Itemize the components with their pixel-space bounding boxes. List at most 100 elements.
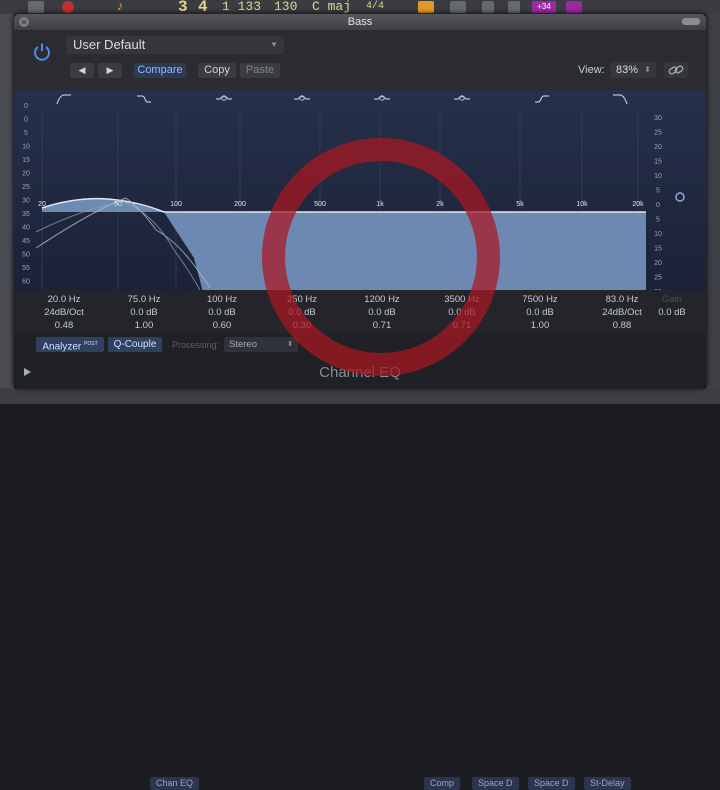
link-icon[interactable] <box>664 62 688 78</box>
master-gain-handle[interactable] <box>675 192 685 202</box>
host-bottom-strip: Chan EQ Comp Space D Space D St-Delay <box>0 388 720 790</box>
stepper-icon: ⬍ <box>644 65 651 74</box>
band-6-q[interactable]: 0.71 <box>422 320 502 331</box>
host-tool-button[interactable] <box>566 1 582 13</box>
y-left-tick-0: 0 <box>24 103 28 110</box>
eq-graph[interactable]: 0 0 5 10 15 20 25 30 35 40 45 50 55 60 30 25 20 15 10 5 0 5 1… <box>14 90 706 296</box>
host-record-button[interactable] <box>62 1 74 13</box>
band-6-freq[interactable]: 3500 Hz <box>422 294 502 305</box>
band-3-freq[interactable]: 100 Hz <box>182 294 262 305</box>
band-parameters: 20.0 Hz 24dB/Oct 0.48 75.0 Hz 0.0 dB 1.00 100 … <box>14 290 706 340</box>
freq-tick-9: 20k <box>632 201 644 208</box>
y-right-tick-6: 0 <box>656 202 660 209</box>
eq-curve-fill <box>42 198 646 296</box>
host-slot-chan-eq[interactable]: Chan EQ <box>150 777 200 790</box>
lcd-beat: 4 <box>198 0 208 16</box>
band-4-freq[interactable]: 250 Hz <box>262 294 342 305</box>
low-cut-icon[interactable] <box>56 94 71 105</box>
y-left-tick-12: 55 <box>22 265 30 272</box>
analyzer-button[interactable]: Analyzer POST <box>36 337 104 352</box>
y-right-tick-9: 15 <box>654 246 662 253</box>
band-4-gain[interactable]: 0.0 dB <box>262 307 342 318</box>
plugin-footer: Analyzer POST Q-Couple Processing: Stere… <box>14 334 706 388</box>
analyzer-label: Analyzer <box>42 341 82 353</box>
y-left-tick-2: 5 <box>24 130 28 137</box>
y-left-tick-10: 45 <box>22 238 30 245</box>
band-1-freq[interactable]: 20.0 Hz <box>24 294 104 305</box>
copy-button[interactable]: Copy <box>198 63 236 78</box>
preset-menu[interactable]: User Default ▼ <box>66 36 284 54</box>
band-2-q[interactable]: 1.00 <box>104 320 184 331</box>
y-right-tick-0: 30 <box>654 115 662 122</box>
host-slot-st-delay[interactable]: St-Delay <box>584 777 631 790</box>
window-title: Bass <box>347 16 373 28</box>
previous-preset-button[interactable]: ◀ <box>70 63 94 78</box>
y-right-tick-11: 25 <box>654 275 662 282</box>
host-cycle-button[interactable] <box>418 1 434 13</box>
view-zoom-select[interactable]: 83% ⬍ <box>610 62 656 78</box>
y-right-tick-1: 25 <box>654 130 662 137</box>
host-control-bar: ♪ 3 4 1 133 130 C maj 4/4 +34 <box>0 0 720 15</box>
host-right-edge <box>706 14 720 404</box>
band-6-gain[interactable]: 0.0 dB <box>422 307 502 318</box>
band-5-q[interactable]: 0.71 <box>342 320 422 331</box>
y-left-tick-3: 10 <box>22 144 30 151</box>
plugin-name: Channel EQ <box>319 364 401 381</box>
band-7-q[interactable]: 1.00 <box>500 320 580 331</box>
band-2-gain[interactable]: 0.0 dB <box>104 307 184 318</box>
band-1-gain[interactable]: 24dB/Oct <box>24 307 104 318</box>
preset-name: User Default <box>73 37 146 52</box>
title-bar[interactable]: × Bass <box>14 14 706 30</box>
chevron-down-icon: ▼ <box>270 40 278 49</box>
y-right-tick-5: 5 <box>656 188 660 195</box>
y-left-tick-5: 20 <box>22 171 30 178</box>
host-slot-comp[interactable]: Comp <box>424 777 461 790</box>
freq-tick-4: 500 <box>314 201 326 208</box>
band-4-q[interactable]: 0.30 <box>262 320 342 331</box>
y-left-tick-1: 0 <box>24 117 28 124</box>
lcd-bar: 3 <box>178 0 188 16</box>
lcd-key: C maj <box>312 0 352 14</box>
bell-icon[interactable] <box>216 95 232 101</box>
band-1-q[interactable]: 0.48 <box>24 320 104 331</box>
y-axis-left: 0 0 5 10 15 20 25 30 35 40 45 50 55 60 <box>22 103 30 286</box>
host-slot-space-d-2[interactable]: Space D <box>528 777 575 790</box>
band-3-gain[interactable]: 0.0 dB <box>182 307 262 318</box>
host-pencil-button[interactable] <box>450 1 466 13</box>
band-5-gain[interactable]: 0.0 dB <box>342 307 422 318</box>
eq-curve-display[interactable]: 0051015202530354045505560 30252015105051… <box>14 90 706 296</box>
chevron-updown-icon: ⬍ <box>287 341 293 348</box>
bell-icon[interactable] <box>454 95 470 101</box>
host-slot-space-d-1[interactable]: Space D <box>472 777 519 790</box>
q-couple-button[interactable]: Q-Couple <box>108 337 162 352</box>
band-5-freq[interactable]: 1200 Hz <box>342 294 422 305</box>
y-right-tick-8: 10 <box>654 231 662 238</box>
band-3-q[interactable]: 0.60 <box>182 320 262 331</box>
host-left-edge <box>0 14 14 404</box>
master-gain-value[interactable]: 0.0 dB <box>642 307 702 318</box>
freq-tick-5: 1k <box>376 201 384 208</box>
band-2-freq[interactable]: 75.0 Hz <box>104 294 184 305</box>
compare-button[interactable]: Compare <box>134 63 186 78</box>
high-shelf-icon[interactable] <box>535 95 549 103</box>
band-7-gain[interactable]: 0.0 dB <box>500 307 580 318</box>
plugin-window: × Bass User Default ▼ ◀ ▶ Compare Copy P… <box>14 14 706 388</box>
low-shelf-icon[interactable] <box>137 95 151 103</box>
band-7-freq[interactable]: 7500 Hz <box>500 294 580 305</box>
next-preset-button[interactable]: ▶ <box>98 63 122 78</box>
power-icon[interactable] <box>32 42 52 62</box>
host-close-icon[interactable] <box>482 1 494 13</box>
host-play-button[interactable] <box>28 1 44 13</box>
y-right-tick-4: 10 <box>654 173 662 180</box>
lcd-position: 1 133 <box>222 0 262 14</box>
band-icons <box>56 94 628 105</box>
paste-button[interactable]: Paste <box>240 63 280 78</box>
high-cut-icon[interactable] <box>613 94 628 105</box>
window-resize-button[interactable] <box>682 18 700 25</box>
bell-icon[interactable] <box>294 95 310 101</box>
freq-tick-0: 20 <box>38 201 46 208</box>
processing-select[interactable]: Stereo ⬍ <box>224 337 298 352</box>
host-solo-button[interactable] <box>508 1 520 13</box>
bell-icon[interactable] <box>374 95 390 101</box>
band-8-q[interactable]: 0.88 <box>582 320 662 331</box>
